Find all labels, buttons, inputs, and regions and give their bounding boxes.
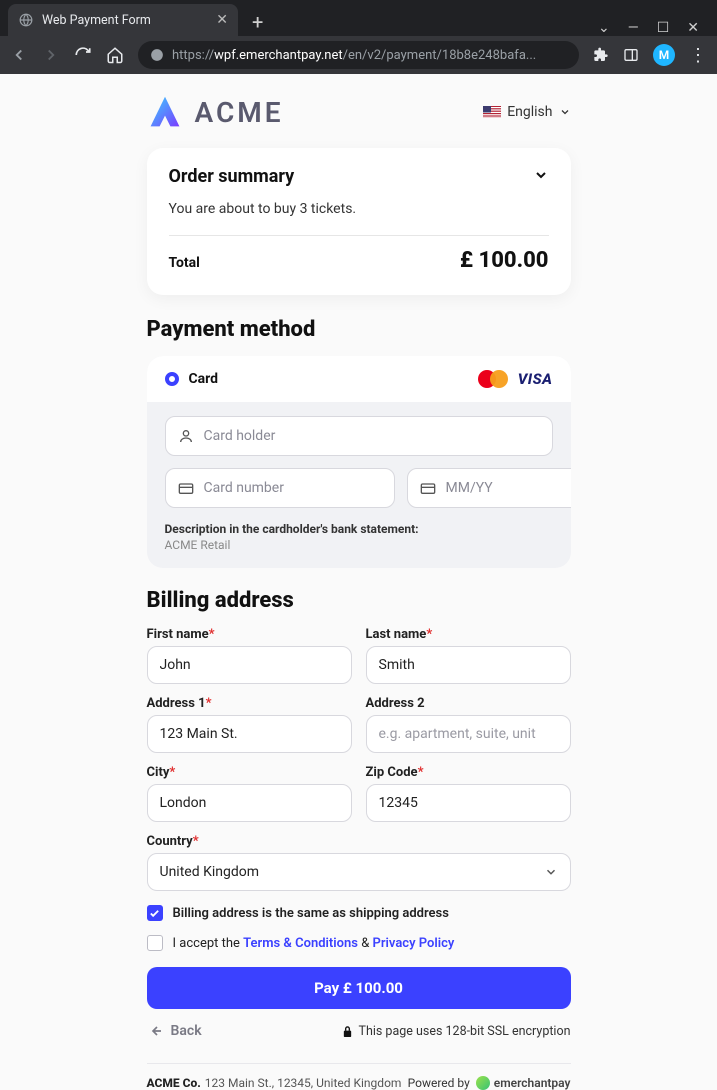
accept-terms-checkbox[interactable]	[147, 935, 163, 951]
nav-forward-icon[interactable]	[42, 46, 60, 64]
nav-back-icon[interactable]	[10, 46, 28, 64]
lock-icon	[342, 1025, 353, 1038]
cardholder-input[interactable]	[204, 428, 540, 444]
city-input[interactable]	[147, 784, 352, 822]
minimize-icon[interactable]: —	[628, 20, 639, 36]
descriptor-label: Description in the cardholder's bank sta…	[165, 522, 553, 536]
payment-card-option[interactable]: Card VISA	[147, 356, 571, 402]
first-name-label: First name*	[147, 627, 352, 642]
radio-selected-icon	[165, 372, 179, 386]
side-panel-icon[interactable]	[623, 47, 639, 63]
acme-logo-icon	[147, 94, 183, 130]
zip-input[interactable]	[366, 784, 571, 822]
payment-method-title: Payment method	[147, 317, 571, 342]
card-icon	[178, 481, 194, 495]
address2-label: Address 2	[366, 696, 571, 711]
total-amount: £ 100.00	[460, 248, 549, 273]
tab-title: Web Payment Form	[42, 13, 151, 28]
page-body: ACME English Order summary You are about…	[0, 74, 717, 1090]
window-controls: ⌄ — ☐ ✕	[598, 14, 713, 36]
brand-logo: ACME	[147, 94, 284, 130]
chevron-down-icon	[544, 865, 558, 879]
address1-label: Address 1*	[147, 696, 352, 711]
terms-link[interactable]: Terms & Conditions	[243, 936, 358, 951]
order-description: You are about to buy 3 tickets.	[169, 201, 549, 217]
home-icon[interactable]	[106, 46, 124, 64]
ssl-note: This page uses 128-bit SSL encryption	[342, 1024, 571, 1039]
first-name-input[interactable]	[147, 646, 352, 684]
maximize-icon[interactable]: ☐	[657, 20, 670, 36]
pay-button[interactable]: Pay £ 100.00	[147, 967, 571, 1009]
flag-us-icon	[483, 106, 501, 118]
back-label: Back	[171, 1023, 202, 1039]
zip-label: Zip Code*	[366, 765, 571, 780]
address2-input[interactable]	[366, 715, 571, 753]
expiry-input[interactable]	[446, 480, 571, 496]
url-bar[interactable]: https://wpf.emerchantpay.net/en/v2/payme…	[138, 41, 579, 69]
new-tab-button[interactable]: +	[246, 8, 269, 36]
order-summary-title: Order summary	[169, 166, 295, 187]
powered-by: Powered by emerchantpay	[408, 1076, 571, 1090]
address1-input[interactable]	[147, 715, 352, 753]
site-info-icon[interactable]	[150, 48, 164, 62]
payment-card-label: Card	[189, 371, 219, 387]
privacy-link[interactable]: Privacy Policy	[373, 936, 455, 951]
emerchantpay-logo: emerchantpay	[476, 1076, 571, 1090]
same-as-shipping-checkbox[interactable]	[147, 905, 163, 921]
globe-icon	[18, 12, 34, 28]
card-icon	[420, 481, 436, 495]
extensions-icon[interactable]	[593, 47, 609, 63]
mastercard-icon	[478, 370, 508, 388]
close-window-icon[interactable]: ✕	[687, 20, 699, 36]
last-name-input[interactable]	[366, 646, 571, 684]
city-label: City*	[147, 765, 352, 780]
person-icon	[178, 428, 194, 444]
back-button[interactable]: Back	[147, 1023, 202, 1039]
order-summary-card: Order summary You are about to buy 3 tic…	[147, 148, 571, 295]
divider	[169, 235, 549, 236]
brand-name: ACME	[195, 96, 284, 129]
billing-address-title: Billing address	[147, 588, 571, 613]
cardnumber-input[interactable]	[204, 480, 382, 496]
country-value: United Kingdom	[160, 864, 260, 880]
account-avatar[interactable]: M	[653, 44, 675, 66]
country-select[interactable]: United Kingdom	[147, 853, 571, 891]
reload-icon[interactable]	[74, 46, 92, 64]
chevron-down-icon	[559, 106, 571, 118]
browser-tab[interactable]: Web Payment Form ✕	[8, 4, 238, 36]
divider	[147, 1063, 571, 1064]
cardnumber-field[interactable]	[165, 468, 395, 508]
check-icon	[149, 908, 160, 919]
visa-icon: VISA	[518, 370, 553, 388]
expiry-field[interactable]	[407, 468, 571, 508]
merchant-info: ACME Co.123 Main St., 12345, United King…	[147, 1076, 402, 1090]
last-name-label: Last name*	[366, 627, 571, 642]
country-label: Country*	[147, 834, 571, 849]
tab-strip: Web Payment Form ✕ + ⌄ — ☐ ✕	[0, 0, 717, 36]
emerchantpay-icon	[476, 1076, 490, 1090]
language-label: English	[507, 104, 552, 120]
same-as-shipping-label: Billing address is the same as shipping …	[173, 906, 449, 921]
accept-terms-text: I accept the Terms & Conditions & Privac…	[173, 936, 455, 951]
close-tab-icon[interactable]: ✕	[216, 12, 228, 28]
descriptor-value: ACME Retail	[165, 538, 553, 552]
more-icon[interactable]: ⋮	[689, 45, 707, 66]
total-label: Total	[169, 255, 200, 271]
arrow-left-icon	[147, 1023, 163, 1039]
payment-method-card: Card VISA	[147, 356, 571, 568]
browser-toolbar: https://wpf.emerchantpay.net/en/v2/payme…	[0, 36, 717, 74]
cardholder-field[interactable]	[165, 416, 553, 456]
language-selector[interactable]: English	[483, 104, 570, 120]
browser-chrome: Web Payment Form ✕ + ⌄ — ☐ ✕ https://wpf…	[0, 0, 717, 74]
url-text: https://wpf.emerchantpay.net/en/v2/payme…	[172, 48, 536, 63]
chevron-down-icon[interactable]: ⌄	[598, 20, 610, 36]
collapse-icon[interactable]	[533, 167, 549, 187]
